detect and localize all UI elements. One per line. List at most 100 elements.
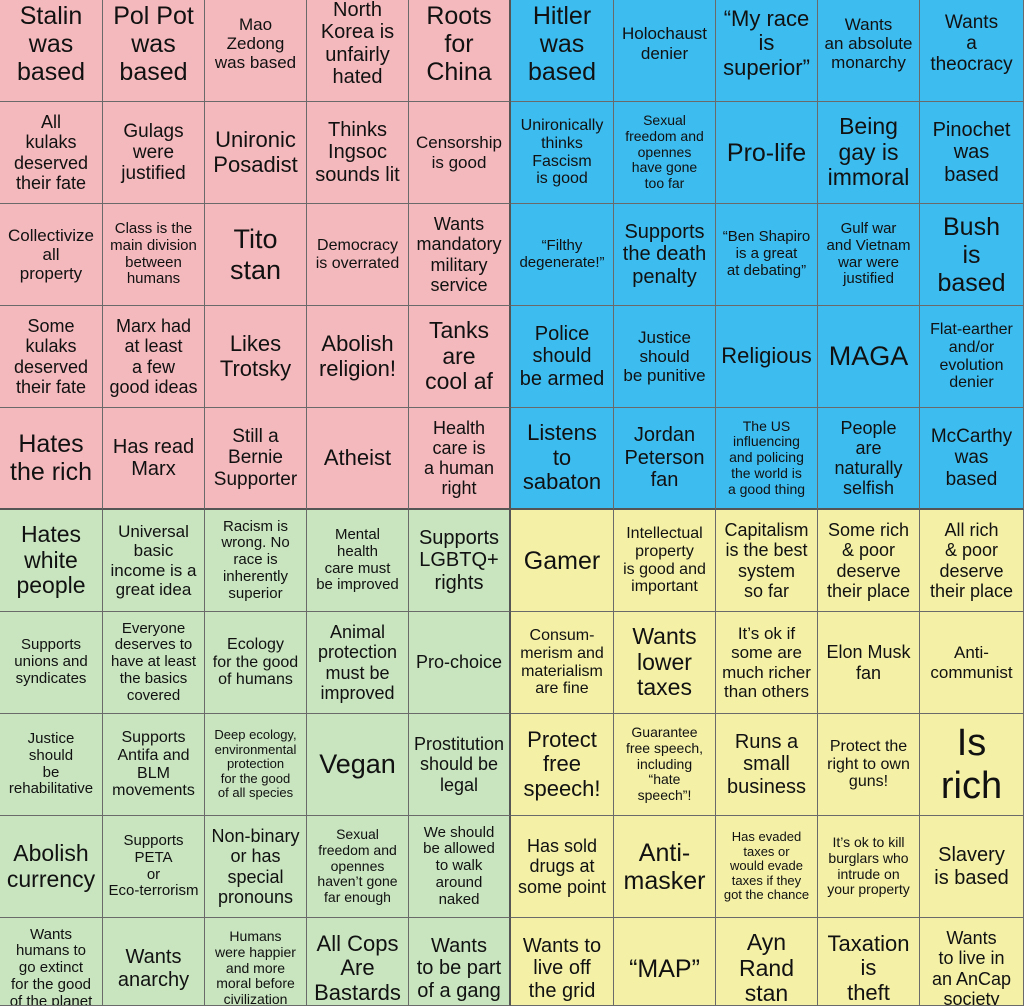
bingo-square: Some rich & poor deserve their place: [818, 510, 920, 612]
bingo-square: Racism is wrong. No race is inherently s…: [205, 510, 307, 612]
bingo-square: Unironically thinks Fascism is good: [511, 102, 614, 204]
bingo-square: Humans were happier and more moral befor…: [205, 918, 307, 1006]
bingo-square: Jordan Peterson fan: [614, 408, 716, 510]
bingo-square: Hitler was based: [511, 0, 614, 102]
bingo-square: Justice should be punitive: [614, 306, 716, 408]
bingo-square: “Ben Shapiro is a great at debating”: [716, 204, 818, 306]
bingo-square: Anti- communist: [920, 612, 1024, 714]
bingo-square: Wants mandatory military service: [409, 204, 511, 306]
bingo-square: Sexual freedom and opennes haven’t gone …: [307, 816, 409, 918]
bingo-square: Intellectual property is good and import…: [614, 510, 716, 612]
bingo-square: Tanks are cool af: [409, 306, 511, 408]
bingo-square: Supports Antifa and BLM movements: [103, 714, 205, 816]
bingo-square: Religious: [716, 306, 818, 408]
bingo-square: Mental health care must be improved: [307, 510, 409, 612]
bingo-square: Non-binary or has special pronouns: [205, 816, 307, 918]
bingo-square: Wants lower taxes: [614, 612, 716, 714]
bingo-square: Hates white people: [0, 510, 103, 612]
bingo-square: Flat-earther and/or evolution denier: [920, 306, 1024, 408]
bingo-square: Wants an absolute monarchy: [818, 0, 920, 102]
bingo-square: Has read Marx: [103, 408, 205, 510]
bingo-square: Ecology for the good of humans: [205, 612, 307, 714]
bingo-square: Likes Trotsky: [205, 306, 307, 408]
bingo-square: Pinochet was based: [920, 102, 1024, 204]
compass-bingo-grid: Stalin was based Pol Pot was based Mao Z…: [0, 0, 1024, 1006]
bingo-square: Vegan: [307, 714, 409, 816]
bingo-square: Democracy is overrated: [307, 204, 409, 306]
bingo-square: Unironic Posadist: [205, 102, 307, 204]
bingo-square: Holochaust denier: [614, 0, 716, 102]
bingo-square: Supports PETA or Eco-terrorism: [103, 816, 205, 918]
bingo-square: Justice should be rehabilitative: [0, 714, 103, 816]
bingo-square: “Filthy degenerate!”: [511, 204, 614, 306]
bingo-square: Gulf war and Vietnam war were justified: [818, 204, 920, 306]
bingo-square: Bush is based: [920, 204, 1024, 306]
bingo-square: Guarantee free speech, including “hate s…: [614, 714, 716, 816]
bingo-square: Wants to live off the grid: [511, 918, 614, 1006]
bingo-square: Atheist: [307, 408, 409, 510]
bingo-square: Class is the main division between human…: [103, 204, 205, 306]
bingo-square: Thinks Ingsoc sounds lit: [307, 102, 409, 204]
bingo-square: McCarthy was based: [920, 408, 1024, 510]
bingo-square: Gulags were justified: [103, 102, 205, 204]
bingo-square: We should be allowed to walk around nake…: [409, 816, 511, 918]
bingo-square: Collectivize all property: [0, 204, 103, 306]
bingo-square: Has sold drugs at some point: [511, 816, 614, 918]
bingo-square: Consum- merism and materialism are fine: [511, 612, 614, 714]
bingo-square: “My race is superior”: [716, 0, 818, 102]
bingo-square: North Korea is unfairly hated: [307, 0, 409, 102]
bingo-square: Sexual freedom and opennes have gone too…: [614, 102, 716, 204]
bingo-square: Abolish religion!: [307, 306, 409, 408]
bingo-square: The US influencing and policing the worl…: [716, 408, 818, 510]
bingo-square: Supports the death penalty: [614, 204, 716, 306]
bingo-square: Elon Musk fan: [818, 612, 920, 714]
bingo-square: Health care is a human right: [409, 408, 511, 510]
bingo-square: Listens to sabaton: [511, 408, 614, 510]
bingo-square: Has evaded taxes or would evade taxes if…: [716, 816, 818, 918]
bingo-square: Protect the right to own guns!: [818, 714, 920, 816]
bingo-square: Wants a theocracy: [920, 0, 1024, 102]
bingo-square: Animal protection must be improved: [307, 612, 409, 714]
bingo-square: Pol Pot was based: [103, 0, 205, 102]
bingo-square: Mao Zedong was based: [205, 0, 307, 102]
bingo-square: All rich & poor deserve their place: [920, 510, 1024, 612]
bingo-square: Wants to live in an AnCap society: [920, 918, 1024, 1006]
bingo-square: Anti- masker: [614, 816, 716, 918]
bingo-square: Still a Bernie Supporter: [205, 408, 307, 510]
bingo-square: MAGA: [818, 306, 920, 408]
bingo-square: Police should be armed: [511, 306, 614, 408]
bingo-square: Marx had at least a few good ideas: [103, 306, 205, 408]
bingo-square: Some kulaks deserved their fate: [0, 306, 103, 408]
bingo-square: Censorship is good: [409, 102, 511, 204]
bingo-square: Prostitution should be legal: [409, 714, 511, 816]
bingo-square: Deep ecology, environmental protection f…: [205, 714, 307, 816]
bingo-square: Hates the rich: [0, 408, 103, 510]
bingo-square: “MAP”: [614, 918, 716, 1006]
bingo-square: Wants to be part of a gang: [409, 918, 511, 1006]
bingo-square: Runs a small business: [716, 714, 818, 816]
bingo-square: Being gay is immoral: [818, 102, 920, 204]
bingo-square: Capitalism is the best system so far: [716, 510, 818, 612]
bingo-square: Supports LGBTQ+ rights: [409, 510, 511, 612]
bingo-square: Universal basic income is a great idea: [103, 510, 205, 612]
bingo-square: Slavery is based: [920, 816, 1024, 918]
bingo-square: It’s ok to kill burglars who intrude on …: [818, 816, 920, 918]
bingo-square: Pro-choice: [409, 612, 511, 714]
bingo-square: Pro-life: [716, 102, 818, 204]
bingo-square: All kulaks deserved their fate: [0, 102, 103, 204]
bingo-square: Stalin was based: [0, 0, 103, 102]
bingo-square: People are naturally selfish: [818, 408, 920, 510]
bingo-square: Abolish currency: [0, 816, 103, 918]
bingo-square: Protect free speech!: [511, 714, 614, 816]
bingo-square: Supports unions and syndicates: [0, 612, 103, 714]
bingo-square: Gamer: [511, 510, 614, 612]
bingo-square: Roots for China: [409, 0, 511, 102]
bingo-square: All Cops Are Bastards: [307, 918, 409, 1006]
bingo-square: Taxation is theft: [818, 918, 920, 1006]
bingo-square: Everyone deserves to have at least the b…: [103, 612, 205, 714]
bingo-square: It’s ok if some are much richer than oth…: [716, 612, 818, 714]
bingo-square: Ayn Rand stan: [716, 918, 818, 1006]
bingo-square: Tito stan: [205, 204, 307, 306]
bingo-square: Is rich: [920, 714, 1024, 816]
bingo-square: Wants humans to go extinct for the good …: [0, 918, 103, 1006]
